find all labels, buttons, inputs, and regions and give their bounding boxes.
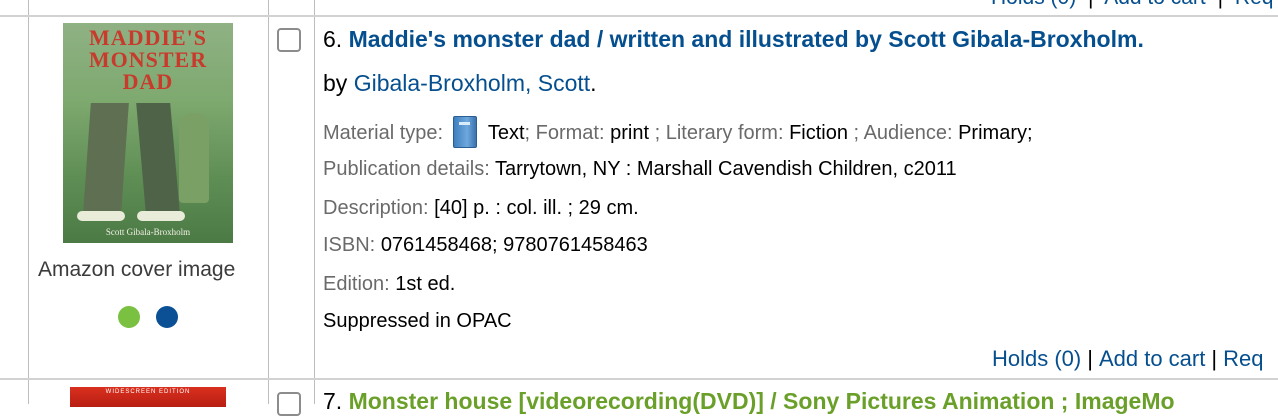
blue-dot-icon[interactable] [156, 306, 178, 328]
next-cover-banner: WIDESCREEN EDITION [105, 389, 191, 395]
cover-title-line-3: DAD [122, 69, 174, 94]
material-type-value: Text [487, 122, 525, 144]
previous-holds-link[interactable]: Holds (0) [991, 0, 1076, 9]
cover-title-line-1: MADDIE'S [88, 25, 207, 50]
material-type-label: Material type: [323, 122, 444, 144]
cover-caption: Amazon cover image [38, 258, 236, 281]
cover-art-child [179, 113, 209, 203]
row-divider-bottom [0, 378, 1278, 380]
previous-separator-2: | [1218, 0, 1223, 9]
publication-row: Publication details: Tarrytown, NY : Mar… [323, 158, 957, 181]
literary-form-value: Fiction [789, 122, 848, 144]
material-type-row: Material type: Text; Format: print ; Lit… [323, 116, 1033, 148]
cover-art-legs [83, 103, 129, 213]
literary-form-sep: ; [853, 122, 860, 144]
request-link[interactable]: Req [1223, 346, 1263, 371]
description-row: Description: [40] p. : col. ill. ; 29 cm… [323, 197, 639, 220]
add-to-cart-link[interactable]: Add to cart [1099, 346, 1205, 371]
previous-row-links: Holds (0) | Add to cart | Req [991, 0, 1273, 10]
isbn-value: 0761458468; 9780761458463 [380, 234, 648, 256]
author-row: by Gibala-Broxholm, Scott. [323, 70, 597, 97]
suppressed-notice: Suppressed in OPAC [323, 310, 512, 332]
record-action-links: Holds (0) | Add to cart | Req [992, 346, 1263, 372]
format-label: Format: [535, 122, 605, 144]
publication-label: Publication details: [323, 158, 490, 180]
next-record-number: 7. [323, 388, 343, 414]
table-border-cover-col [268, 0, 269, 404]
previous-add-to-cart-link[interactable]: Add to cart [1104, 0, 1206, 9]
author-suffix: . [590, 70, 597, 96]
by-label: by [323, 70, 348, 96]
cover-art-legs-2 [136, 103, 180, 213]
description-label: Description: [323, 197, 429, 219]
format-value: print [610, 122, 650, 144]
edition-value: 1st ed. [395, 273, 456, 295]
author-link[interactable]: Gibala-Broxholm, Scott [354, 70, 590, 96]
description-value: [40] p. : col. ill. ; 29 cm. [434, 197, 639, 219]
record-title-row: 6. Maddie's monster dad / written and il… [323, 26, 1144, 53]
select-next-record-checkbox[interactable] [277, 392, 301, 416]
cover-art-byline: Scott Gibala-Broxholm [105, 227, 191, 237]
action-separator: | [1087, 346, 1093, 371]
audience-label: Audience: [863, 122, 953, 144]
table-border-left [28, 0, 29, 404]
cover-art-foot [77, 211, 125, 221]
isbn-label: ISBN: [323, 234, 376, 256]
next-record-title-link[interactable]: Monster house [videorecording(DVD)] / So… [349, 388, 1175, 414]
record-title-link[interactable]: Maddie's monster dad / written and illus… [349, 26, 1144, 52]
previous-request-link[interactable]: Req [1235, 0, 1274, 9]
literary-form-label: Literary form: [665, 122, 784, 144]
next-cover-image[interactable]: WIDESCREEN EDITION [70, 387, 226, 407]
cover-image[interactable]: MADDIE'S MONSTER DAD Scott Gibala-Broxho… [63, 23, 233, 243]
row-divider-top [0, 15, 1278, 17]
isbn-row: ISBN: 0761458468; 9780761458463 [323, 234, 648, 257]
green-dot-icon[interactable] [118, 306, 140, 328]
cover-art-foot-2 [137, 211, 185, 221]
material-type-sep: ; [524, 122, 531, 144]
book-icon [452, 116, 477, 148]
edition-row: Edition: 1st ed. [323, 273, 455, 296]
cover-art-title: MADDIE'S MONSTER DAD [63, 27, 233, 93]
table-border-check-col [314, 0, 315, 404]
action-separator-2: | [1211, 346, 1218, 371]
previous-separator: | [1088, 0, 1093, 9]
select-record-checkbox[interactable] [277, 28, 301, 52]
publication-value: Tarrytown, NY : Marshall Cavendish Child… [494, 158, 957, 180]
edition-label: Edition: [323, 273, 390, 295]
format-sep: ; [654, 122, 661, 144]
audience-value: Primary; [958, 122, 1033, 144]
holds-link[interactable]: Holds (0) [992, 346, 1081, 371]
cover-title-line-2: MONSTER [88, 47, 208, 72]
next-record-title-row: 7. Monster house [videorecording(DVD)] /… [323, 388, 1175, 415]
record-number: 6. [323, 26, 343, 52]
